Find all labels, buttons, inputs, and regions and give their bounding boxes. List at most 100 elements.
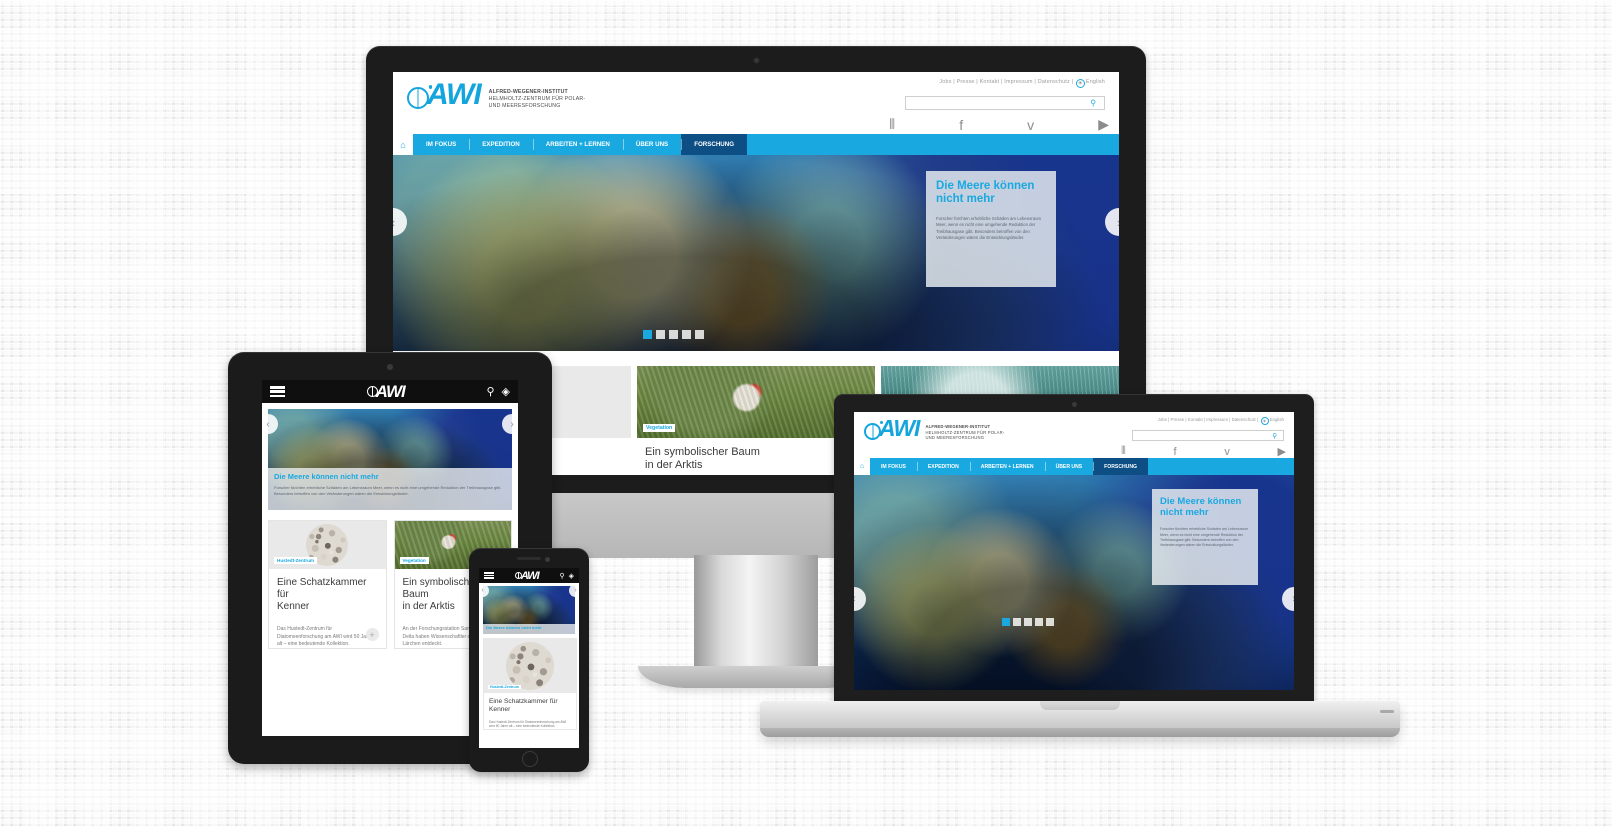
main-navigation: ⌂ IM FOKUS EXPEDITION ARBEITEN + LERNEN …: [854, 458, 1294, 475]
macbook-lid: Jobs | Presse | Kontakt | Impressum | Da…: [834, 394, 1314, 704]
slider-dots: [1002, 618, 1054, 626]
nav-item-ueber-uns[interactable]: ÜBER UNS: [1044, 458, 1094, 475]
nav-item-forschung[interactable]: FORSCHUNG: [1093, 458, 1148, 475]
language-link[interactable]: English: [1270, 417, 1284, 422]
awi-logo-icon: [864, 421, 884, 441]
slider-dot-5[interactable]: [1046, 618, 1054, 626]
card-body: Das Hustedt-Zentrum für Diatomeenforschu…: [277, 626, 374, 647]
website-laptop: Jobs | Presse | Kontakt | Impressum | Da…: [854, 412, 1294, 690]
nav-item-im-fokus[interactable]: IM FOKUS: [870, 458, 917, 475]
nav-item-arbeiten-lernen[interactable]: ARBEITEN + LERNEN: [532, 134, 623, 155]
meta-link-datenschutz[interactable]: Datenschutz: [1038, 79, 1070, 85]
hero-slider: Die Meere können nicht mehr Forscher für…: [854, 475, 1294, 690]
logo-wordmark: AWI: [520, 569, 540, 582]
home-button[interactable]: [522, 751, 538, 767]
card-thumbnail: Hustedt-Zentrum: [269, 521, 386, 569]
hero-text-panel: Die Meere können nicht mehr Forscher für…: [926, 171, 1056, 287]
teaser-card[interactable]: Hustedt-Zentrum Eine Schatzkammer fürKen…: [268, 520, 387, 650]
logo-line-3: UND MEERESFORSCHUNG: [925, 435, 985, 441]
webcam-icon: [387, 364, 393, 370]
search-icon[interactable]: ⚲: [1272, 432, 1277, 440]
nav-item-im-fokus[interactable]: IM FOKUS: [413, 134, 469, 155]
logo-subtitle: ALFRED-WEGENER-INSTITUT HELMHOLTZ-ZENTRU…: [489, 89, 586, 110]
hero-body-text: Forscher fürchten erhebliche Schäden am …: [274, 485, 502, 497]
macbook-lid-notch: [1040, 701, 1120, 710]
youtube-icon[interactable]: ▶: [1278, 445, 1286, 458]
mobile-header: AWI ⚲ ◈: [262, 380, 518, 403]
card-title: Eine Schatzkammer fürKenner: [489, 698, 558, 713]
hamburger-menu-icon[interactable]: [484, 572, 494, 579]
search-input[interactable]: ⚲: [905, 96, 1105, 110]
meta-links: Jobs | Presse | Kontakt | Impressum | Da…: [939, 79, 1105, 88]
site-logo[interactable]: AWI ALFRED-WEGENER-INSTITUT HELMHOLTZ-ZE…: [864, 417, 1005, 441]
macbook-front-edge: [760, 728, 1400, 737]
slider-next-button[interactable]: ›: [569, 584, 579, 597]
nav-item-ueber-uns[interactable]: ÜBER UNS: [622, 134, 681, 155]
meta-link-impressum[interactable]: Impressum: [1206, 417, 1228, 422]
search-icon[interactable]: ⚲: [559, 572, 564, 580]
hero-text-panel: Die Meere können nicht mehr Forscher für…: [268, 468, 512, 510]
card-tag: Vegetation: [643, 424, 676, 432]
nav-item-forschung[interactable]: FORSCHUNG: [681, 134, 748, 155]
search-input[interactable]: ⚲: [1132, 430, 1284, 441]
nav-home-icon[interactable]: ⌂: [854, 458, 870, 475]
rss-icon[interactable]: ⦀: [1121, 445, 1126, 458]
meta-link-datenschutz[interactable]: Datenschutz: [1232, 417, 1256, 422]
search-icon[interactable]: ⚲: [1090, 99, 1096, 108]
slider-next-button[interactable]: ›: [502, 414, 518, 434]
webcam-icon: [1071, 402, 1077, 407]
slider-dot-1[interactable]: [643, 330, 652, 339]
site-logo[interactable]: AWI ALFRED-WEGENER-INSTITUT HELMHOLTZ-ZE…: [407, 80, 586, 111]
rss-icon[interactable]: ⦀: [889, 116, 895, 133]
slider-dot-2[interactable]: [1013, 618, 1021, 626]
facebook-icon[interactable]: f: [959, 117, 963, 133]
logo-wordmark: AWI: [427, 78, 482, 111]
hero-text-panel: Die Meere können nicht mehr Forscher für…: [1152, 489, 1258, 585]
logo-wordmark: AWI: [879, 415, 920, 441]
iphone-smartphone: AWI ⚲ ◈ Die Meere können nicht mehr Fors…: [469, 548, 589, 772]
site-logo[interactable]: AWI: [366, 382, 406, 402]
slider-dot-5[interactable]: [695, 330, 704, 339]
slider-dot-3[interactable]: [1024, 618, 1032, 626]
hero-body-text: Forscher fürchten erhebliche Schäden am …: [936, 215, 1042, 241]
hero-headline: Die Meere können nicht mehr: [936, 180, 1035, 205]
hero-headline: Die Meere können nicht mehr: [1160, 496, 1242, 518]
slider-dot-4[interactable]: [682, 330, 691, 339]
nav-item-expedition[interactable]: EXPEDITION: [916, 458, 970, 475]
mobile-header-icons: ⚲ ◈: [486, 385, 510, 398]
card-more-button[interactable]: +: [365, 628, 379, 642]
meta-link-presse[interactable]: Presse: [1171, 417, 1185, 422]
globe-icon: ◈: [1075, 79, 1085, 88]
main-navigation: ⌂ IM FOKUS EXPEDITION ARBEITEN + LERNEN …: [393, 134, 1119, 155]
youtube-icon[interactable]: ▶: [1098, 116, 1109, 133]
meta-link-impressum[interactable]: Impressum: [1004, 79, 1032, 85]
slider-dot-3[interactable]: [669, 330, 678, 339]
site-header: Jobs | Presse | Kontakt | Impressum | Da…: [393, 72, 1119, 134]
teaser-card[interactable]: Hustedt-Zentrum Eine Schatzkammer fürKen…: [483, 638, 577, 730]
card-tag: Vegetation: [399, 557, 429, 564]
language-link[interactable]: English: [1086, 79, 1105, 85]
twitter-icon[interactable]: ᴠ: [1027, 117, 1034, 133]
slider-dot-4[interactable]: [1035, 618, 1043, 626]
slider-dot-1[interactable]: [1002, 618, 1010, 626]
twitter-icon[interactable]: ᴠ: [1224, 446, 1230, 458]
globe-icon[interactable]: ◈: [502, 385, 510, 398]
meta-link-kontakt[interactable]: Kontakt: [980, 79, 1000, 85]
search-icon[interactable]: ⚲: [486, 385, 494, 398]
meta-link-kontakt[interactable]: Kontakt: [1188, 417, 1203, 422]
hamburger-menu-icon[interactable]: [270, 386, 285, 397]
nav-item-expedition[interactable]: EXPEDITION: [469, 134, 532, 155]
social-links: ⦀ f ᴠ ▶: [889, 116, 1109, 133]
nav-home-icon[interactable]: ⌂: [393, 134, 413, 155]
website-phone: AWI ⚲ ◈ Die Meere können nicht mehr Fors…: [479, 568, 579, 748]
nav-item-arbeiten-lernen[interactable]: ARBEITEN + LERNEN: [969, 458, 1045, 475]
meta-link-jobs[interactable]: Jobs: [939, 79, 951, 85]
meta-link-jobs[interactable]: Jobs: [1158, 417, 1167, 422]
meta-link-presse[interactable]: Presse: [957, 79, 975, 85]
speaker-grille: [517, 557, 541, 560]
facebook-icon[interactable]: f: [1174, 446, 1177, 458]
site-logo[interactable]: AWI: [514, 569, 540, 582]
globe-icon[interactable]: ◈: [569, 572, 574, 580]
slider-dot-2[interactable]: [656, 330, 665, 339]
social-links: ⦀ f ᴠ ▶: [1121, 445, 1286, 458]
